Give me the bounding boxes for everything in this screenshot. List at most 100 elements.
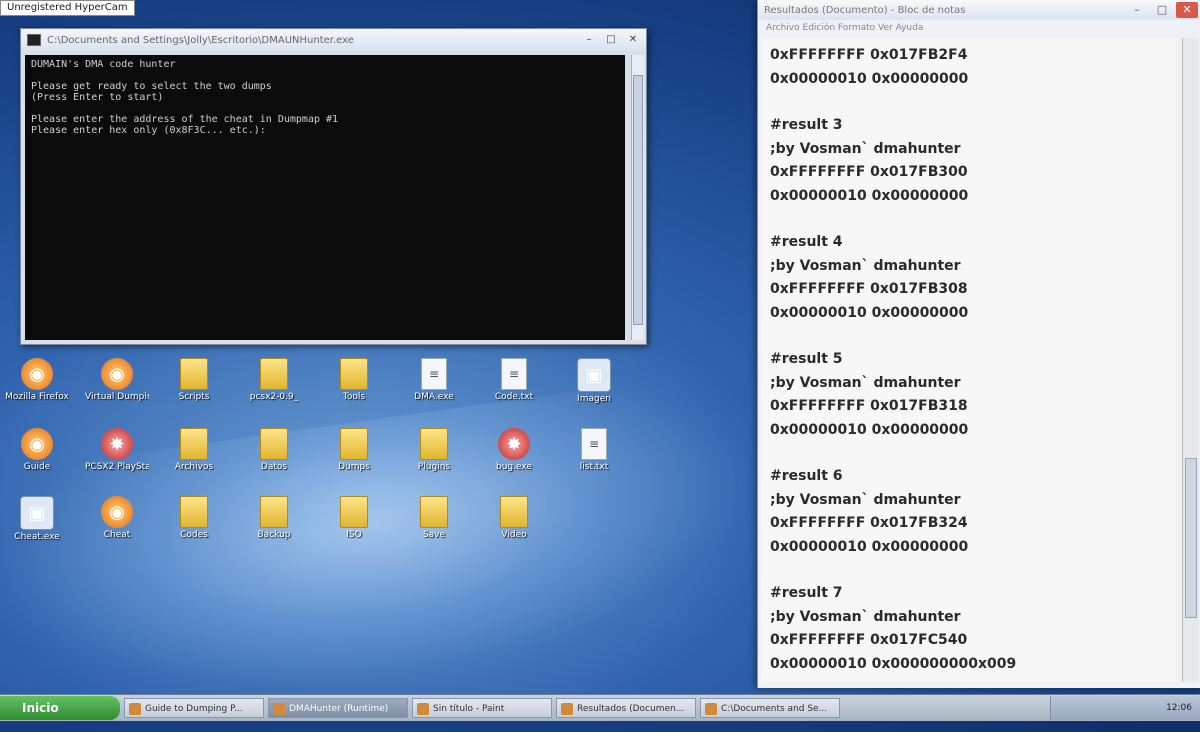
taskbar-button-label: Guide to Dumping P... bbox=[145, 704, 243, 714]
console-line: Please enter hex only (0x8F3C... etc.): bbox=[31, 125, 266, 136]
notepad-titlebar[interactable]: Resultados (Documento) - Bloc de notas –… bbox=[758, 0, 1200, 20]
app-icon: ◉ bbox=[101, 358, 133, 390]
console-line: DUMAIN's DMA code hunter bbox=[31, 59, 176, 70]
start-button[interactable]: Inicio bbox=[0, 696, 120, 720]
notepad-menubar[interactable]: Archivo Edición Formato Ver Ayuda bbox=[758, 20, 1200, 36]
desktop-icon[interactable]: ISO bbox=[322, 496, 386, 541]
notepad-text-area[interactable]: 0xFFFFFFFF 0x017FB2F4 0x00000010 0x000000… bbox=[762, 38, 1176, 682]
console-output[interactable]: DUMAIN's DMA code hunter Please get read… bbox=[25, 55, 625, 340]
window-icon bbox=[129, 703, 141, 715]
console-titlebar[interactable]: C:\Documents and Settings\Jolly\Escritor… bbox=[21, 29, 646, 51]
console-icon bbox=[27, 34, 41, 46]
desktop-icon[interactable]: pcsx2-0.9_ bbox=[242, 358, 306, 403]
taskbar-button[interactable]: Guide to Dumping P... bbox=[124, 698, 264, 718]
desktop-icon-label: bug.exe bbox=[496, 462, 532, 472]
text-line: 0xFFFFFFFF 0x017FB308 bbox=[770, 281, 968, 297]
console-line: Please get ready to select the two dumps bbox=[31, 81, 272, 92]
taskbar-button-label: Resultados (Documen... bbox=[577, 704, 685, 714]
desktop-icon-label: Tools bbox=[342, 392, 366, 402]
minimize-icon[interactable]: – bbox=[1126, 2, 1148, 18]
text-line bbox=[770, 208, 1168, 231]
folder-icon bbox=[260, 496, 288, 528]
desktop-icon[interactable]: Tools bbox=[322, 358, 386, 403]
desktop-icon-label: DMA.exe bbox=[414, 392, 454, 402]
desktop-icon-label: Virtual Dumping bbox=[85, 392, 149, 402]
desktop-icon[interactable]: ✸ PCSX2 PlayStation bbox=[85, 428, 149, 473]
clock[interactable]: 12:06 bbox=[1166, 703, 1192, 713]
desktop-icon[interactable]: ≡ list.txt bbox=[562, 428, 626, 473]
desktop-icon-label: Archivos bbox=[174, 462, 214, 472]
notepad-window[interactable]: Resultados (Documento) - Bloc de notas –… bbox=[757, 0, 1200, 688]
folder-icon bbox=[260, 358, 288, 390]
text-line bbox=[770, 325, 1168, 348]
close-icon[interactable]: ✕ bbox=[1176, 2, 1198, 18]
console-scrollbar[interactable] bbox=[631, 55, 644, 340]
window-icon bbox=[561, 703, 573, 715]
desktop-icon[interactable]: ▣ Cheat.exe bbox=[5, 496, 69, 543]
desktop-icon[interactable]: Plugins bbox=[402, 428, 466, 473]
desktop-icon[interactable]: ✸ bug.exe bbox=[482, 428, 546, 473]
desktop-icon-label: pcsx2-0.9_ bbox=[249, 392, 299, 402]
taskbar-button[interactable]: C:\Documents and Se... bbox=[700, 698, 840, 718]
desktop-icon[interactable]: Scripts bbox=[162, 358, 226, 403]
folder-icon bbox=[180, 496, 208, 528]
desktop-icon-label: Cheat.exe bbox=[14, 532, 60, 542]
console-line: (Press Enter to start) bbox=[31, 92, 164, 103]
console-scroll-thumb[interactable] bbox=[633, 75, 643, 325]
taskbar-button[interactable]: DMAHunter (Runtime) bbox=[268, 698, 408, 718]
desktop-icon-label: Scripts bbox=[178, 392, 210, 402]
desktop-icon[interactable]: Codes bbox=[162, 496, 226, 541]
notepad-scroll-thumb[interactable] bbox=[1185, 458, 1197, 618]
desktop-icon[interactable]: Archivos bbox=[162, 428, 226, 473]
taskbar-button-label: DMAHunter (Runtime) bbox=[289, 704, 389, 714]
desktop-icon-label: Guide bbox=[23, 462, 51, 472]
text-line bbox=[770, 91, 1168, 114]
document-icon: ≡ bbox=[421, 358, 447, 390]
document-icon: ≡ bbox=[501, 358, 527, 390]
minimize-icon[interactable]: – bbox=[580, 33, 598, 47]
desktop-icon-label: Codes bbox=[180, 530, 208, 540]
desktop-icon-label: Plugins bbox=[417, 462, 451, 472]
close-icon[interactable]: ✕ bbox=[624, 33, 642, 47]
document-icon: ≡ bbox=[581, 428, 607, 460]
text-line: #result 4 bbox=[770, 234, 843, 250]
taskbar-button[interactable]: Sin título - Paint bbox=[412, 698, 552, 718]
desktop-icon[interactable]: Dumps bbox=[322, 428, 386, 473]
text-line: 0x00000010 0x00000000 bbox=[770, 538, 969, 555]
desktop-icon-label: Dumps bbox=[338, 462, 370, 472]
taskbar-button-label: C:\Documents and Se... bbox=[721, 704, 828, 714]
desktop-icon-label: list.txt bbox=[579, 462, 609, 472]
maximize-icon[interactable]: □ bbox=[1151, 2, 1173, 18]
text-line: 0xFFFFFFFF 0x017FB324 bbox=[770, 515, 968, 531]
desktop-icon[interactable]: ≡ Code.txt bbox=[482, 358, 546, 403]
taskbar-button[interactable]: Resultados (Documen... bbox=[556, 698, 696, 718]
desktop-icon[interactable]: ◉ Mozilla Firefox bbox=[5, 358, 69, 403]
desktop-icon[interactable]: Video bbox=[482, 496, 546, 541]
text-line bbox=[770, 559, 1168, 582]
desktop-icon[interactable]: Save bbox=[402, 496, 466, 541]
text-line: 0x00000010 0x00000000 bbox=[770, 187, 969, 204]
folder-icon bbox=[500, 496, 528, 528]
desktop-icon[interactable]: ◉ Cheat bbox=[85, 496, 149, 541]
desktop-icon[interactable]: Backup bbox=[242, 496, 306, 541]
folder-icon bbox=[260, 428, 288, 460]
desktop-icon[interactable]: ◉ Guide bbox=[5, 428, 69, 473]
text-line: 0x00000010 0x00000000 bbox=[770, 70, 969, 87]
desktop-icon[interactable]: ◉ Virtual Dumping bbox=[85, 358, 149, 403]
app-icon: ◉ bbox=[101, 496, 133, 528]
text-line: 0x00000010 0x00000000 bbox=[770, 304, 969, 321]
recording-caption: Unregistered HyperCam bbox=[0, 0, 135, 16]
notepad-scrollbar[interactable] bbox=[1182, 38, 1199, 682]
desktop-icon[interactable]: ≡ DMA.exe bbox=[402, 358, 466, 403]
console-window[interactable]: C:\Documents and Settings\Jolly\Escritor… bbox=[20, 28, 647, 345]
desktop-icon[interactable]: ▣ Imagen bbox=[562, 358, 626, 405]
text-line: 0x00000010 0x00000000 bbox=[770, 421, 969, 438]
maximize-icon[interactable]: □ bbox=[602, 33, 620, 47]
notepad-title: Resultados (Documento) - Bloc de notas bbox=[764, 4, 966, 16]
desktop-icon-label: Backup bbox=[257, 530, 291, 540]
folder-icon bbox=[340, 358, 368, 390]
console-line: Please enter the address of the cheat in… bbox=[31, 114, 339, 125]
desktop-icon[interactable]: Datos bbox=[242, 428, 306, 473]
